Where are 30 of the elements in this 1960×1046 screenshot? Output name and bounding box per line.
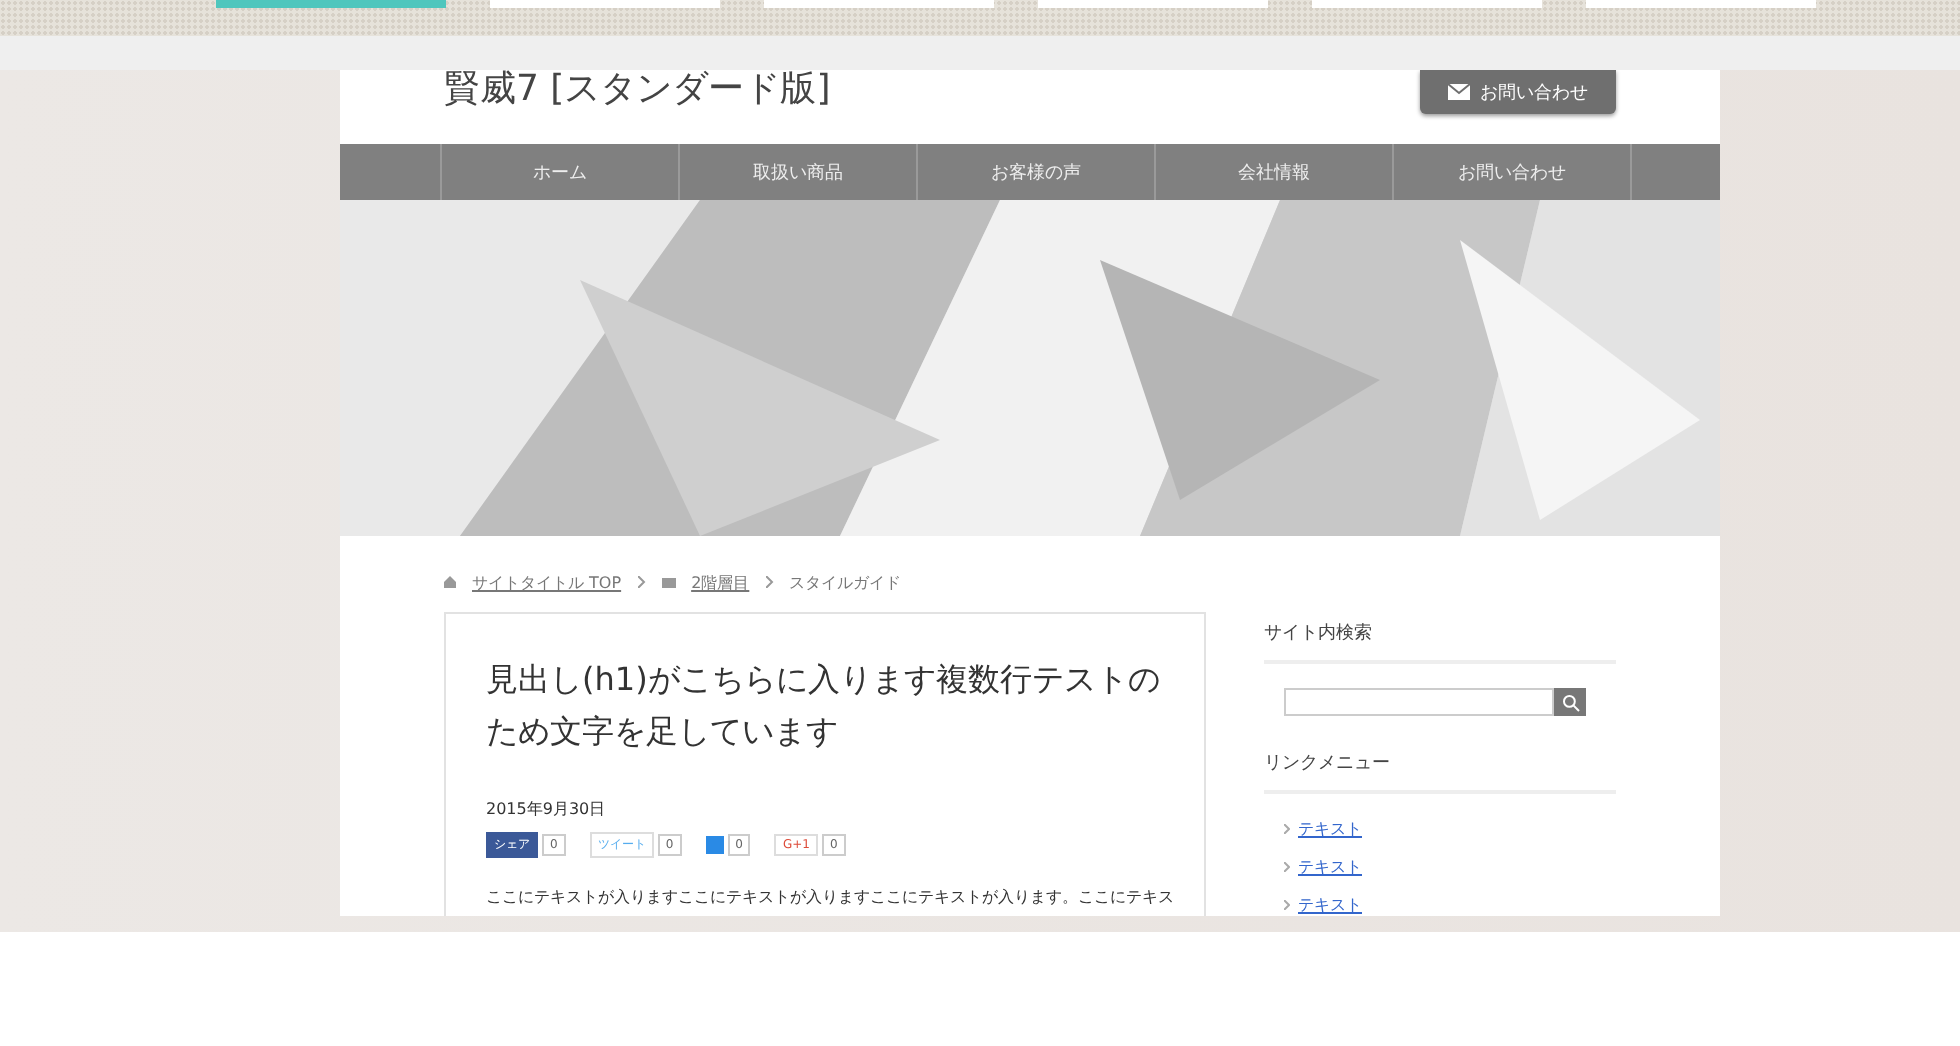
chevron-icon <box>1284 824 1290 834</box>
sidebar-heading: リンクメニュー <box>1264 742 1616 794</box>
sidebar-link[interactable]: テキスト <box>1298 856 1362 878</box>
sidebar-heading: サイト内検索 <box>1264 612 1616 664</box>
chevron-icon <box>637 576 646 588</box>
envelope-icon <box>1448 84 1470 100</box>
thumbnail[interactable] <box>1312 0 1542 8</box>
folder-icon <box>661 577 676 587</box>
chevron-icon <box>1284 900 1290 910</box>
thumbnail[interactable] <box>1038 0 1268 8</box>
home-icon <box>444 576 456 588</box>
search-icon <box>1561 693 1579 711</box>
chevron-icon <box>1284 862 1290 872</box>
thumbnail[interactable] <box>1586 0 1816 8</box>
site-title: 賢威7 [スタンダード版] <box>444 70 831 110</box>
breadcrumb-current: スタイルガイド <box>789 571 902 593</box>
chevron-icon <box>765 576 774 588</box>
sidebar-link[interactable]: テキスト <box>1298 818 1362 840</box>
thumbnail[interactable] <box>490 0 720 8</box>
search-button[interactable] <box>1554 688 1586 716</box>
breadcrumb-link[interactable]: 2階層目 <box>691 571 750 593</box>
breadcrumb-link[interactable]: サイトタイトル TOP <box>472 571 622 593</box>
post-date: 2015年9月30日 <box>486 798 608 820</box>
article-title: 見出し(h1)がこちらに入ります複数行テストのため文字を足しています <box>486 658 1162 754</box>
contact-button[interactable]: お問い合わせ <box>1420 70 1616 114</box>
thumbnail[interactable] <box>216 0 446 8</box>
search-field[interactable] <box>1284 688 1554 716</box>
sidebar-link[interactable]: テキスト <box>1298 894 1362 916</box>
bookmark-icon[interactable] <box>705 836 724 854</box>
thumbnail[interactable] <box>764 0 994 8</box>
